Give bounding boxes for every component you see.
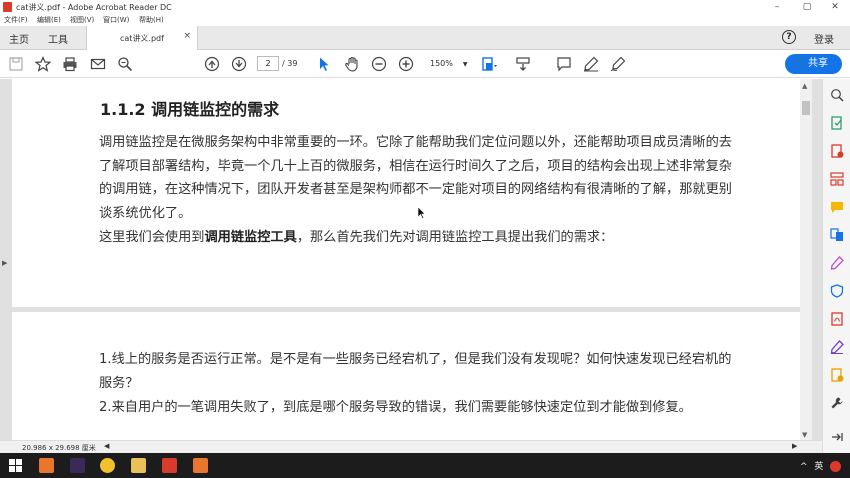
requirement-2: 2.来自用户的一笔调用失败了，到底是哪个服务导致的错误，我们需要能够快速定位到才… [99,400,692,415]
fill-sign-icon[interactable] [830,255,844,270]
minimize-button[interactable]: – [762,0,792,14]
send-file-icon[interactable] [830,367,844,382]
sign-icon[interactable] [610,56,626,72]
paragraph-tools-prefix: 这里我们会使用到 [99,230,205,245]
share-button-label: 共享 [808,58,828,69]
menu-view[interactable]: 视图(V) [70,15,94,25]
tab-document[interactable]: cat讲义.pdf × [86,26,198,50]
add-user-icon: 👤 [794,58,807,69]
fit-page-icon[interactable] [481,56,497,72]
zoom-level-select[interactable]: 150% ▼ [425,56,469,71]
app-icon-purple[interactable] [70,458,85,473]
app-icon-orange-2[interactable] [193,458,208,473]
previous-page-icon[interactable] [204,56,220,72]
tab-tools[interactable]: 工具 [48,31,68,46]
login-button[interactable]: 登录 [814,31,834,46]
menu-bar: 文件(F) 编辑(E) 视图(V) 窗口(W) 帮助(H) [0,14,850,26]
requirement-1: 1.线上的服务是否运行正常。是不是有一些服务已经宕机了，但是我们没有发现呢？如何… [99,352,732,391]
acrobat-taskbar-icon[interactable] [162,458,177,473]
scrollbar-thumb[interactable] [802,101,810,115]
scroll-down-icon[interactable]: ▼ [802,431,807,439]
zoom-level-value: 150% [430,59,453,68]
status-bar: 20.986 x 29.698 厘米 ◀ ▶ [0,440,822,453]
menu-help[interactable]: 帮助(H) [139,15,164,25]
menu-file[interactable]: 文件(F) [4,15,28,25]
create-pdf-icon[interactable] [830,143,844,158]
zoom-out-icon[interactable] [371,56,387,72]
share-button[interactable]: 👤 共享 [785,54,842,74]
toolbar: 2 / 39 150% ▼ 👤 共享 [0,50,850,78]
file-explorer-icon[interactable] [131,458,146,473]
right-tools-panel [822,79,850,453]
tray-arrow-icon[interactable]: ^ [800,462,808,472]
paragraph-tools-bold: 调用链监控工具 [204,230,297,245]
help-button[interactable]: ? [782,30,796,44]
select-cursor-icon[interactable] [316,56,332,72]
collapse-panel-icon[interactable] [830,429,844,443]
tab-bar: 主页 工具 cat讲义.pdf × ? 登录 [0,26,850,50]
star-icon[interactable] [34,56,52,72]
protect-shield-icon[interactable] [830,283,844,298]
app-icon-orange[interactable] [39,458,54,473]
window-title: cat讲义.pdf - Adobe Acrobat Reader DC [16,3,172,12]
save-icon[interactable] [8,56,24,72]
acrobat-app-icon [3,2,12,12]
windows-start-icon[interactable] [8,458,23,473]
title-bar: cat讲义.pdf - Adobe Acrobat Reader DC – ▢ … [0,0,850,14]
comment-panel-icon[interactable] [830,199,844,213]
page-total: / 39 [282,59,298,68]
menu-edit[interactable]: 编辑(E) [37,15,61,25]
sogou-input-icon[interactable] [830,461,842,472]
acrobat-pdf-icon[interactable] [830,311,844,326]
chevron-down-icon: ▼ [462,61,468,68]
next-page-icon[interactable] [231,56,247,72]
tab-document-label: cat讲义.pdf [120,34,164,43]
paragraph-tools: 这里我们会使用到调用链监控工具，那么首先我们先对调用链监控工具提出我们的需求： [99,226,739,250]
maximize-button[interactable]: ▢ [792,0,822,14]
ime-indicator[interactable]: 英 [814,462,823,472]
system-tray: ^ 英 [800,459,842,472]
windows-taskbar: ^ 英 [0,453,850,478]
scroll-right-icon[interactable]: ▶ [792,442,797,450]
menu-window[interactable]: 窗口(W) [103,15,129,25]
organize-pages-icon[interactable] [830,171,844,186]
zoom-panel-icon[interactable] [830,87,844,102]
close-window-button[interactable]: ✕ [820,0,850,14]
pdf-page-2: 1.线上的服务是否运行正常。是不是有一些服务已经宕机了，但是我们没有发现呢？如何… [12,312,800,440]
edit-pdf-icon[interactable] [830,339,844,354]
zoom-search-icon[interactable] [117,56,133,72]
comment-icon[interactable] [556,56,572,72]
scroll-left-icon[interactable]: ◀ [104,442,109,450]
chrome-icon[interactable] [100,458,115,473]
export-pdf-icon[interactable] [830,115,844,130]
combine-files-icon[interactable] [830,227,844,241]
document-viewport[interactable]: 1.1.2 调用链监控的需求 调用链监控是在微服务架构中非常重要的一环。它除了能… [0,79,822,440]
page-size-label: 20.986 x 29.698 厘米 [22,444,96,452]
tools-wrench-icon[interactable] [830,395,844,409]
paragraph-tools-suffix: ，那么首先我们先对调用链监控工具提出我们的需求： [296,230,614,245]
print-icon[interactable] [62,56,78,72]
page-number-input[interactable]: 2 [257,56,279,71]
scroll-mode-icon[interactable] [515,56,531,72]
highlight-pen-icon[interactable] [583,56,599,72]
mail-icon[interactable] [90,56,106,72]
zoom-in-icon[interactable] [398,56,414,72]
pdf-page-1: 1.1.2 调用链监控的需求 调用链监控是在微服务架构中非常重要的一环。它除了能… [12,79,800,307]
hand-tool-icon[interactable] [344,56,360,72]
mouse-cursor-icon [418,207,426,219]
left-panel-toggle-icon[interactable]: ▶ [2,259,7,267]
scroll-up-icon[interactable]: ▲ [802,82,807,90]
vertical-scrollbar[interactable]: ▲ ▼ [800,79,812,440]
tab-close-button[interactable]: × [183,31,191,41]
tab-home[interactable]: 主页 [9,31,29,46]
section-heading: 1.1.2 调用链监控的需求 [100,100,280,119]
